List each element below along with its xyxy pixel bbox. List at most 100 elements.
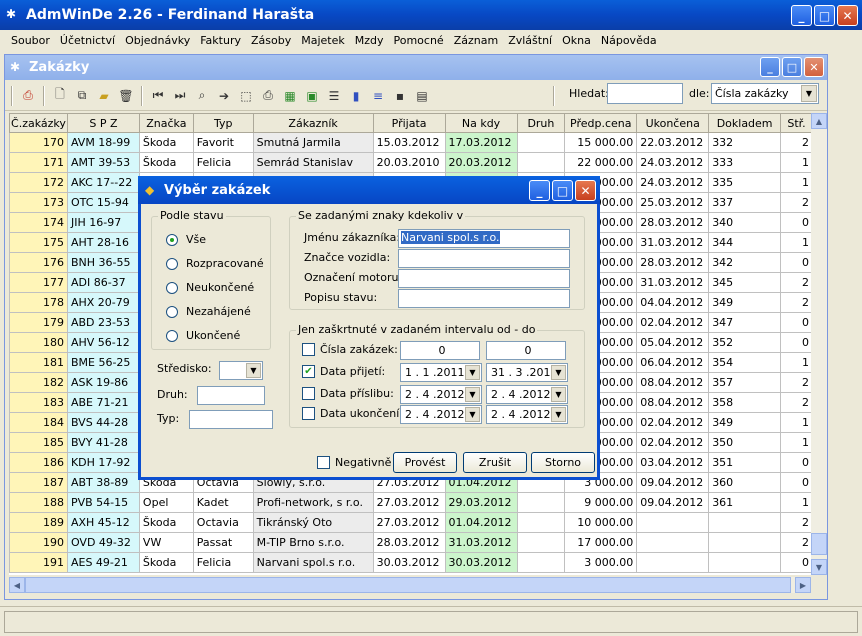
menu-ucetnictvi[interactable]: Účetnictví	[55, 34, 120, 47]
plate-input[interactable]	[398, 249, 570, 268]
child-maximize-button[interactable]: □	[782, 57, 802, 77]
table-row[interactable]: 170 AVM 18-99 Škoda Favorit Smutná Jarmila 15…	[9, 132, 813, 153]
menu-soubor[interactable]: Soubor	[6, 34, 55, 47]
dialog-close-button[interactable]: ✕	[575, 180, 596, 201]
search-icon[interactable]: ⌕	[193, 87, 211, 105]
menu-pomocne[interactable]: Pomocné	[389, 34, 449, 47]
finished-to-date[interactable]: 2 . 4 .2012 ▼	[486, 405, 568, 424]
horizontal-scrollbar[interactable]: ◀ ▶	[9, 577, 811, 593]
delete-icon[interactable]: 🗑	[117, 87, 135, 105]
column-header[interactable]: Č.zakázky	[9, 113, 68, 133]
numbers-checkbox[interactable]	[302, 343, 315, 356]
close-button[interactable]: ✕	[837, 5, 858, 26]
received-from-date[interactable]: 1 . 1 .2011 ▼	[400, 363, 482, 382]
chevron-down-icon[interactable]: ▼	[801, 85, 817, 102]
radio-in-progress[interactable]: Rozpracované	[166, 257, 264, 270]
chevron-down-icon[interactable]: ▼	[465, 407, 480, 422]
radio-unfinished[interactable]: Neukončené	[166, 281, 254, 294]
scroll-down-icon[interactable]: ▼	[811, 559, 827, 575]
menu-faktury[interactable]: Faktury	[195, 34, 246, 47]
menu-majetek[interactable]: Majetek	[296, 34, 350, 47]
reverse-button[interactable]: Storno	[531, 452, 595, 473]
dialog-minimize-button[interactable]: _	[529, 180, 550, 201]
new-icon[interactable]: 🗋	[51, 87, 69, 105]
kind-input[interactable]	[197, 386, 265, 405]
chevron-down-icon[interactable]: ▼	[551, 407, 566, 422]
chevron-down-icon[interactable]: ▼	[246, 363, 261, 378]
dialog-maximize-button[interactable]: □	[552, 180, 573, 201]
child-minimize-button[interactable]: _	[760, 57, 780, 77]
promised-to-date[interactable]: 2 . 4 .2012 ▼	[486, 385, 568, 404]
scroll-right-icon[interactable]: ▶	[795, 577, 811, 593]
menu-zaznam[interactable]: Záznam	[449, 34, 503, 47]
chevron-down-icon[interactable]: ▼	[551, 365, 566, 380]
copy-icon[interactable]: ⧉	[73, 87, 91, 105]
engine-input[interactable]	[398, 269, 570, 288]
column-header[interactable]: Značka	[138, 113, 194, 133]
search-by-select[interactable]: Čísla zakázky ▼	[711, 83, 819, 104]
hscroll-thumb[interactable]	[25, 577, 791, 593]
list-icon[interactable]: ▤	[413, 87, 431, 105]
gantt-icon[interactable]: ≡	[369, 87, 387, 105]
column-header[interactable]: Dokladem	[708, 113, 782, 133]
column-header[interactable]: Typ	[192, 113, 254, 133]
menu-zvlastni[interactable]: Zvláštní	[503, 34, 557, 47]
column-header[interactable]: Zákazník	[252, 113, 374, 133]
menu-objednavky[interactable]: Objednávky	[120, 34, 195, 47]
scroll-thumb[interactable]	[811, 533, 827, 555]
column-header[interactable]: Přijata	[372, 113, 446, 133]
negative-checkbox[interactable]	[317, 456, 330, 469]
print-icon[interactable]: ⎙	[19, 87, 37, 105]
table-row[interactable]: 191 AES 49-21 Škoda Felicia Narvani spol.s r…	[9, 552, 813, 573]
open-folder-icon[interactable]: ▰	[95, 87, 113, 105]
printer-icon[interactable]: ⎙	[259, 87, 277, 105]
column-header[interactable]: S P Z	[66, 113, 140, 133]
numbers-from-input[interactable]: 0	[400, 341, 480, 360]
radio-finished[interactable]: Ukončené	[166, 329, 240, 342]
table-row[interactable]: 188 PVB 54-15 Opel Kadet Profi-network, s r.…	[9, 492, 813, 513]
first-record-icon[interactable]: ⏮	[149, 87, 167, 105]
finished-checkbox[interactable]	[302, 407, 315, 420]
promised-from-date[interactable]: 2 . 4 .2012 ▼	[400, 385, 482, 404]
received-to-date[interactable]: 31 . 3 .2012 ▼	[486, 363, 568, 382]
grid-icon[interactable]: ▪	[391, 87, 409, 105]
vertical-scrollbar[interactable]: ▲ ▼	[811, 113, 827, 575]
finished-from-date[interactable]: 2 . 4 .2012 ▼	[400, 405, 482, 424]
menu-zasoby[interactable]: Zásoby	[246, 34, 296, 47]
table-row[interactable]: 190 OVD 49-32 VW Passat M-TIP Brno s.r.o. 28.…	[9, 532, 813, 553]
table-row[interactable]: 171 AMT 39-53 Škoda Felicia Semrád Stanislav…	[9, 152, 813, 173]
center-select[interactable]: ▼	[219, 361, 263, 380]
column-header[interactable]: Na kdy	[444, 113, 518, 133]
radio-all[interactable]: Vše	[166, 233, 206, 246]
chevron-down-icon[interactable]: ▼	[465, 365, 480, 380]
column-header[interactable]: Předp.cena	[564, 113, 638, 133]
execute-button[interactable]: Provést	[393, 452, 457, 473]
menu-mzdy[interactable]: Mzdy	[350, 34, 389, 47]
customer-input[interactable]: Narvani spol.s r.o.	[398, 229, 570, 248]
child-close-button[interactable]: ✕	[804, 57, 824, 77]
search-input[interactable]	[607, 83, 683, 104]
state-input[interactable]	[398, 289, 570, 308]
column-header[interactable]: Druh	[516, 113, 566, 133]
scroll-up-icon[interactable]: ▲	[811, 113, 827, 129]
chevron-down-icon[interactable]: ▼	[465, 387, 480, 402]
arrow-right-icon[interactable]: ➔	[215, 87, 233, 105]
document-icon[interactable]: ☰	[325, 87, 343, 105]
minimize-button[interactable]: _	[791, 5, 812, 26]
cancel-button[interactable]: Zrušit	[463, 452, 527, 473]
export-icon[interactable]: ▣	[303, 87, 321, 105]
last-record-icon[interactable]: ⏭	[171, 87, 189, 105]
promised-checkbox[interactable]	[302, 387, 315, 400]
numbers-to-input[interactable]: 0	[486, 341, 566, 360]
menu-okna[interactable]: Okna	[557, 34, 596, 47]
menu-napoveda[interactable]: Nápověda	[596, 34, 662, 47]
radio-not-started[interactable]: Nezahájené	[166, 305, 251, 318]
table-row[interactable]: 189 AXH 45-12 Škoda Octavia Tikránský Oto 27.…	[9, 512, 813, 533]
select-icon[interactable]: ⬚	[237, 87, 255, 105]
maximize-button[interactable]: □	[814, 5, 835, 26]
scroll-left-icon[interactable]: ◀	[9, 577, 25, 593]
excel-icon[interactable]: ▦	[281, 87, 299, 105]
chevron-down-icon[interactable]: ▼	[551, 387, 566, 402]
received-checkbox[interactable]: ✔	[302, 365, 315, 378]
column-header[interactable]: Ukončena	[636, 113, 710, 133]
